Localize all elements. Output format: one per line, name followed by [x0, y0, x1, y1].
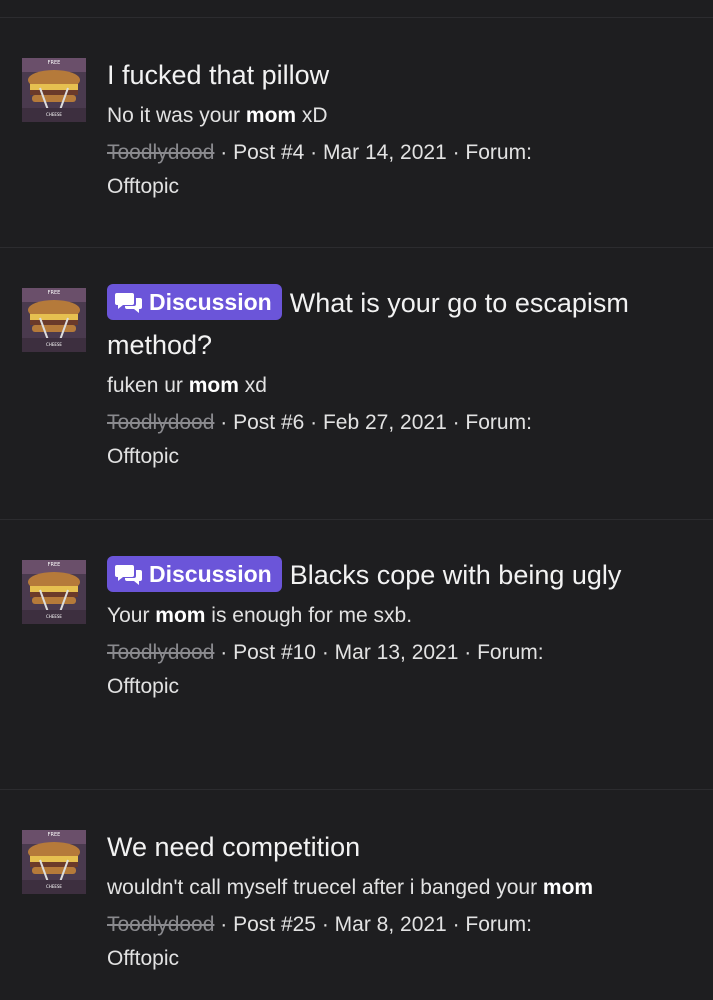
discussion-badge[interactable]: Discussion	[107, 556, 282, 592]
post-number-link[interactable]: Post #6	[233, 411, 304, 434]
discussion-badge[interactable]: Discussion	[107, 284, 282, 320]
snippet-text: No it was your	[107, 104, 246, 127]
snippet-text: Your	[107, 604, 156, 627]
result-body: Discussion What is your go to escapism me…	[107, 282, 693, 474]
snippet-text: fuken ur	[107, 374, 189, 397]
forum-label: Forum:	[465, 411, 532, 434]
author-link[interactable]: Toodlydood	[107, 641, 214, 664]
snippet-highlight: mom	[542, 876, 594, 899]
forum-link[interactable]: Offtopic	[107, 947, 179, 970]
result-title[interactable]: We need competition	[107, 826, 693, 868]
snippet-text: wouldn't call myself truecel after i ban…	[107, 876, 543, 899]
snippet-highlight: mom	[155, 604, 206, 627]
forum-link[interactable]: Offtopic	[107, 445, 179, 468]
svg-text:FREE: FREE	[48, 290, 61, 296]
avatar[interactable]: FREE CHEESE	[22, 560, 86, 624]
post-date: Feb 27, 2021	[322, 411, 447, 434]
title-text[interactable]: Blacks cope with being ugly	[290, 560, 622, 590]
result-title[interactable]: I fucked that pillow	[107, 54, 693, 96]
forum-label: Forum:	[465, 913, 532, 936]
avatar[interactable]: FREE CHEESE	[22, 288, 86, 352]
svg-text:FREE: FREE	[48, 562, 61, 568]
snippet-text: xD	[296, 104, 328, 127]
post-number-link[interactable]: Post #25	[233, 913, 316, 936]
cheeseburger-avatar-icon: FREE CHEESE	[22, 830, 86, 894]
result-meta: Toodlydood · Post #25 · Mar 8, 2021 · Fo…	[107, 913, 532, 970]
result-title[interactable]: Discussion What is your go to escapism me…	[107, 282, 693, 366]
result-meta: Toodlydood · Post #6 · Feb 27, 2021 · Fo…	[107, 411, 532, 468]
search-result[interactable]: FREE CHEESE We need competition wouldn't…	[0, 790, 713, 1000]
chat-bubbles-icon	[115, 565, 142, 585]
svg-text:FREE: FREE	[48, 60, 61, 66]
badge-label: Discussion	[149, 289, 272, 315]
search-result[interactable]: FREE CHEESE Discussion What is your go to…	[0, 248, 713, 520]
search-result[interactable]: FREE CHEESE Discussion Blacks cope with b…	[0, 520, 713, 790]
forum-link[interactable]: Offtopic	[107, 175, 179, 198]
post-date: Mar 14, 2021	[322, 141, 447, 164]
search-results-page: FREE CHEESE I fucked that pillow No it w…	[0, 0, 713, 1000]
cheeseburger-avatar-icon: FREE CHEESE	[22, 288, 86, 352]
svg-text:CHEESE: CHEESE	[46, 112, 62, 117]
cheeseburger-avatar-icon: FREE CHEESE	[22, 58, 86, 122]
forum-label: Forum:	[477, 641, 544, 664]
svg-text:CHEESE: CHEESE	[46, 614, 62, 619]
author-link[interactable]: Toodlydood	[107, 913, 214, 936]
snippet-highlight: mom	[245, 104, 297, 127]
avatar[interactable]: FREE CHEESE	[22, 58, 86, 122]
snippet-text: is enough for me sxb.	[205, 604, 413, 627]
search-result[interactable]: FREE CHEESE I fucked that pillow No it w…	[0, 18, 713, 248]
author-link[interactable]: Toodlydood	[107, 141, 214, 164]
result-snippet: fuken ur mom xd	[107, 372, 693, 400]
author-link[interactable]: Toodlydood	[107, 411, 214, 434]
result-body: I fucked that pillow No it was your mom …	[107, 54, 693, 204]
badge-label: Discussion	[149, 561, 272, 587]
avatar[interactable]: FREE CHEESE	[22, 830, 86, 894]
result-body: We need competition wouldn't call myself…	[107, 826, 693, 976]
svg-text:FREE: FREE	[48, 832, 61, 838]
svg-text:CHEESE: CHEESE	[46, 342, 62, 347]
forum-link[interactable]: Offtopic	[107, 675, 179, 698]
result-snippet: No it was your mom xD	[107, 102, 693, 130]
post-number-link[interactable]: Post #4	[233, 141, 304, 164]
chat-bubbles-icon	[115, 293, 142, 313]
result-snippet: Your mom is enough for me sxb.	[107, 602, 693, 630]
result-snippet: wouldn't call myself truecel after i ban…	[107, 874, 693, 902]
cheeseburger-avatar-icon: FREE CHEESE	[22, 560, 86, 624]
forum-label: Forum:	[465, 141, 532, 164]
title-text[interactable]: We need competition	[107, 832, 360, 862]
title-text[interactable]: I fucked that pillow	[107, 60, 329, 90]
snippet-highlight: mom	[188, 374, 239, 397]
result-body: Discussion Blacks cope with being ugly Yo…	[107, 554, 693, 704]
result-title[interactable]: Discussion Blacks cope with being ugly	[107, 554, 693, 596]
result-meta: Toodlydood · Post #10 · Mar 13, 2021 · F…	[107, 641, 544, 698]
result-meta: Toodlydood · Post #4 · Mar 14, 2021 · Fo…	[107, 141, 532, 198]
post-number-link[interactable]: Post #10	[233, 641, 316, 664]
post-date: Mar 13, 2021	[334, 641, 459, 664]
snippet-text: xd	[238, 374, 267, 397]
svg-text:CHEESE: CHEESE	[46, 884, 62, 889]
post-date: Mar 8, 2021	[334, 913, 447, 936]
